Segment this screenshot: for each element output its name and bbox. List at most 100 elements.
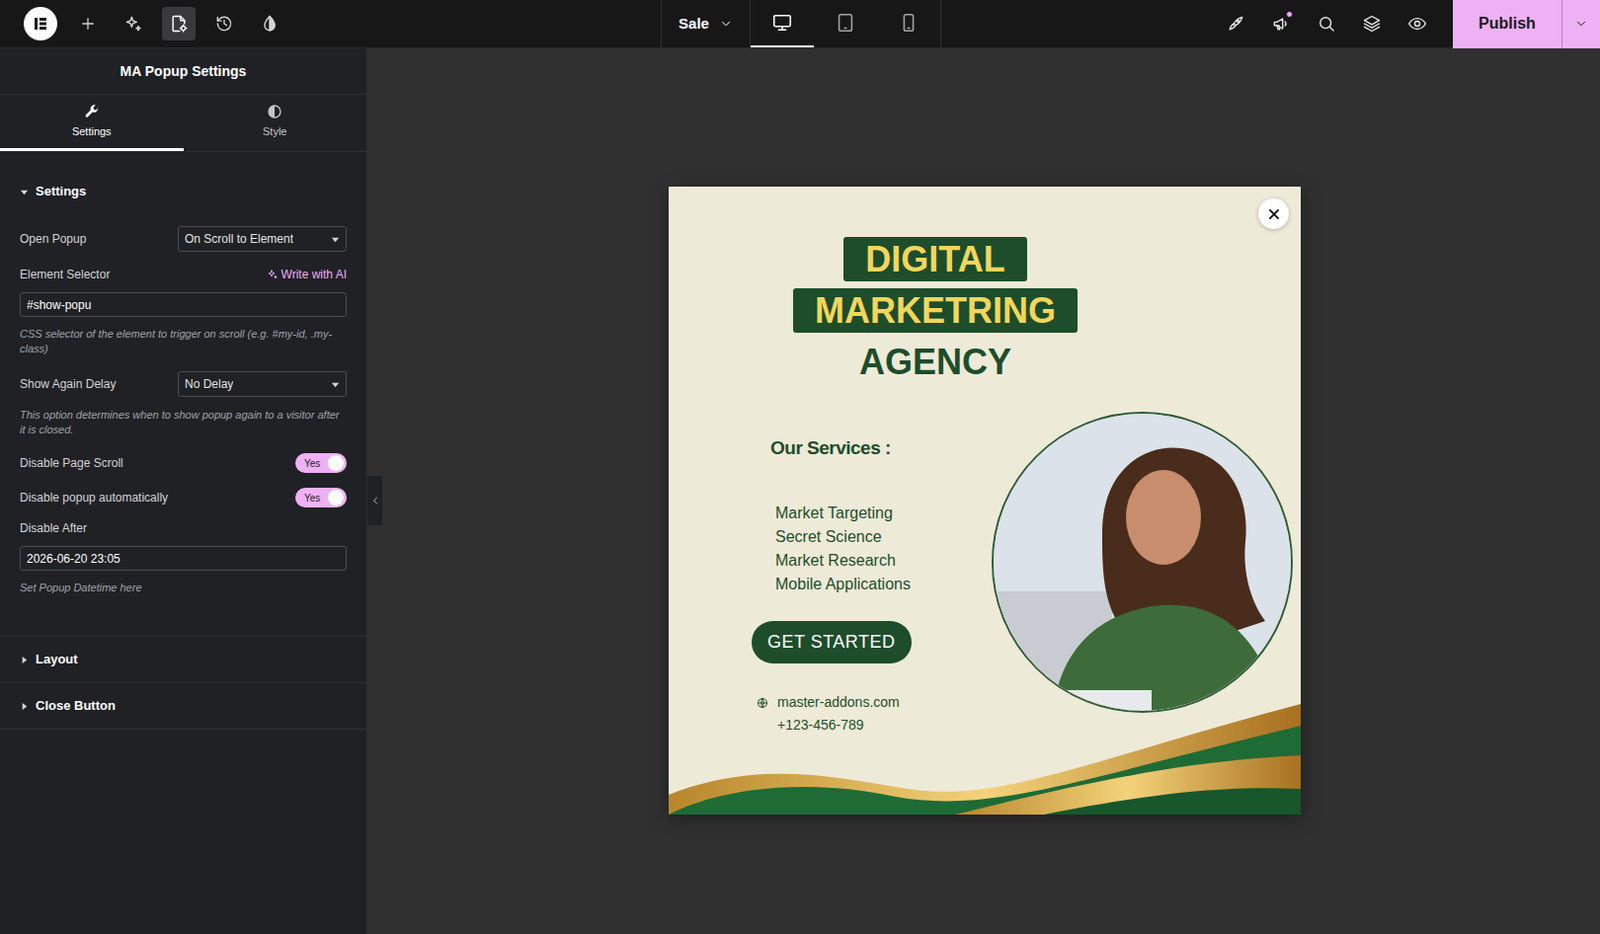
ai-icon[interactable] [116, 6, 151, 41]
panel-title: MA Popup Settings [120, 61, 247, 82]
section-header[interactable]: Settings [0, 168, 367, 215]
select-value: No Delay [184, 375, 234, 394]
finder-icon[interactable] [1303, 6, 1350, 41]
field-label: Disable Page Scroll [19, 454, 124, 473]
panel-tabs: Settings Style [0, 94, 367, 153]
services-list: Market TargetingSecret ScienceMarket Res… [775, 501, 911, 597]
wave-decoration [668, 704, 1301, 815]
section-header[interactable]: Layout [0, 637, 367, 683]
switch-knob [327, 489, 344, 506]
contact-row: master-addons.com [756, 691, 900, 715]
page-selector[interactable]: Sale [661, 0, 751, 48]
elementor-logo-icon[interactable] [23, 6, 58, 41]
contact-text: master-addons.com [777, 691, 900, 715]
section-title: Layout [35, 649, 79, 670]
switch-knob [327, 455, 344, 472]
select-row: Show Again Delay No Delay [19, 370, 347, 399]
field-label: Disable popup automatically [19, 488, 168, 507]
ai-link-text: Write with AI [281, 265, 347, 284]
get-started-button[interactable]: GET STARTED [751, 621, 912, 664]
section-title: Settings [35, 181, 86, 202]
checklist-icon[interactable] [1212, 6, 1259, 41]
service-item: Mobile Applications [775, 572, 911, 597]
publish-group: Publish [1452, 0, 1600, 49]
tab-label: Settings [72, 123, 112, 141]
field-label: Open Popup [19, 230, 86, 248]
select[interactable]: No Delay [177, 371, 347, 398]
caret-right-icon [19, 702, 29, 712]
mobile-icon[interactable] [877, 0, 941, 48]
section-title: Close Button [35, 696, 116, 717]
services-title: Our Services : [770, 436, 891, 461]
chevron-down-icon [719, 16, 733, 31]
text-input[interactable] [19, 546, 347, 571]
panel-tab[interactable]: Style [183, 94, 368, 152]
plus-icon[interactable] [71, 6, 105, 41]
ai-sparkle-icon [266, 268, 279, 281]
switch-text: Yes [298, 456, 320, 472]
field-label: Show Again Delay [19, 375, 116, 394]
contact-row: +123-456-789 [756, 714, 900, 737]
history-icon[interactable] [207, 6, 241, 41]
select[interactable]: On Scroll to Element [177, 226, 347, 252]
field-label-row: Element Selector Write with AI [19, 265, 347, 284]
contact-icon-slot [756, 697, 778, 710]
switch[interactable]: Yes [295, 487, 347, 508]
globe-icon [756, 697, 769, 710]
photo-circle [991, 411, 1293, 714]
field-label-row: Disable After [19, 519, 347, 538]
page-name: Sale [678, 12, 710, 36]
chevron-down-icon[interactable] [1561, 0, 1600, 49]
unread-dot [1285, 10, 1293, 18]
section-body: Open Popup On Scroll to Element Element Se… [0, 214, 367, 637]
tools-group [0, 0, 661, 48]
panel-section: Layout [0, 637, 367, 684]
switch[interactable]: Yes [295, 453, 347, 474]
toggle-row: Disable popup automatically Yes [19, 486, 347, 509]
structure-icon[interactable] [1349, 6, 1395, 41]
preview-canvas: DIGITAL MARKETRING AGENCY Our Services : Mar… [367, 48, 1600, 934]
field-help: This option determines when to show popu… [19, 407, 347, 438]
contacts: master-addons.com+123-456-789 [756, 691, 900, 737]
panel-section: Close Button [0, 683, 367, 730]
field-label: Element Selector [19, 265, 110, 284]
center-group: Sale [660, 0, 942, 48]
switch-text: Yes [298, 490, 320, 506]
caret-down-icon [330, 235, 340, 244]
theme-icon[interactable] [252, 6, 287, 41]
service-item: Market Research [775, 549, 911, 573]
preview-icon[interactable] [1394, 6, 1440, 41]
actions-group: Publish [1212, 0, 1600, 48]
heading-line: AGENCY [859, 339, 1012, 385]
tablet-icon[interactable] [813, 0, 878, 48]
field-help: CSS selector of the element to trigger o… [19, 326, 347, 357]
section-header[interactable]: Close Button [0, 683, 367, 729]
panel-tab[interactable]: Settings [0, 94, 184, 152]
caret-down-icon [19, 187, 29, 197]
publish-button[interactable]: Publish [1452, 0, 1562, 49]
write-with-ai-link[interactable]: Write with AI [266, 265, 347, 284]
select-value: On Scroll to Element [184, 230, 294, 248]
close-icon[interactable] [1258, 198, 1289, 230]
panel-section: Settings Open Popup On Scroll to Element El… [0, 168, 367, 638]
tab-label: Style [262, 123, 287, 141]
collapse-panel-icon[interactable] [367, 476, 383, 526]
text-input[interactable] [19, 292, 347, 318]
page-settings-icon[interactable] [161, 6, 196, 41]
settings-icon [83, 103, 100, 120]
field-label: Disable After [19, 519, 87, 538]
whats-new-icon[interactable] [1258, 6, 1304, 41]
heading-line: MARKETRING [793, 288, 1078, 333]
desktop-icon[interactable] [750, 0, 814, 48]
top-bar: Sale Publish [0, 0, 1600, 49]
popup-heading: DIGITAL MARKETRING AGENCY [668, 186, 1202, 385]
main: MA Popup Settings Settings Style Settings Op… [0, 48, 1600, 934]
heading-line: DIGITAL [843, 237, 1027, 282]
field-help: Set Popup Datetime here [19, 580, 347, 596]
settings-panel: MA Popup Settings Settings Style Settings Op… [0, 48, 368, 934]
panel-header: MA Popup Settings [0, 48, 367, 95]
contact-text: +123-456-789 [777, 714, 865, 737]
service-item: Market Targeting [775, 501, 911, 526]
popup: DIGITAL MARKETRING AGENCY Our Services : Mar… [668, 186, 1301, 815]
service-item: Secret Science [775, 525, 911, 550]
